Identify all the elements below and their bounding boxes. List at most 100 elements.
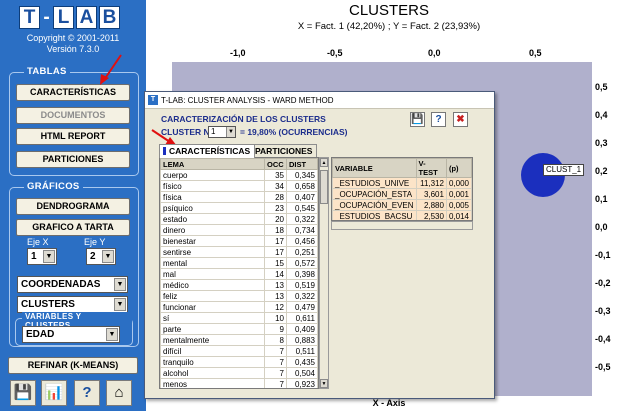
table-row[interactable]: mal 14 0,398 <box>160 268 318 280</box>
cell-p: 0,000 <box>445 177 472 189</box>
cell-dist: 0,545 <box>286 202 318 214</box>
cell-vtest: 11,312 <box>415 177 447 189</box>
chevron-down-icon[interactable]: ▼ <box>114 278 126 291</box>
cell-lema: bienestar <box>160 235 265 247</box>
save-icon[interactable]: 💾 <box>410 112 425 127</box>
eje-x-select[interactable]: 1 ▼ <box>27 248 57 265</box>
cell-occ: 20 <box>264 213 287 225</box>
col-header-p[interactable]: (p) <box>445 158 472 178</box>
table-row[interactable]: feliz 13 0,322 <box>160 290 318 302</box>
chevron-down-icon[interactable]: ▼ <box>102 250 114 263</box>
table-row[interactable]: mentalmente 8 0,883 <box>160 334 318 346</box>
logo-letter: B <box>99 6 120 29</box>
tab-particiones[interactable]: PARTICIONES <box>245 144 318 158</box>
cell-dist: 0,479 <box>286 301 318 313</box>
cell-occ: 13 <box>264 290 287 302</box>
cell-dist: 0,923 <box>286 378 318 388</box>
cell-dist: 0,658 <box>286 180 318 192</box>
close-icon[interactable]: ✖ <box>453 112 468 127</box>
table-row[interactable]: _OCUPACIÓN_ESTA 3,601 0,001 <box>332 188 472 200</box>
tablas-group-label: TABLAS <box>24 66 70 77</box>
chevron-down-icon[interactable]: ▼ <box>226 127 235 137</box>
scroll-up-icon[interactable]: ▲ <box>320 158 328 167</box>
cell-occ: 7 <box>264 356 287 368</box>
table-row[interactable]: psíquico 23 0,545 <box>160 202 318 214</box>
cell-lema: mal <box>160 268 265 280</box>
tab-caracteristicas-label: CARACTERÍSTICAS <box>169 146 251 156</box>
cell-occ: 14 <box>264 268 287 280</box>
col-header-variable[interactable]: VARIABLE <box>332 158 417 178</box>
table-row[interactable]: alcohol 7 0,504 <box>160 367 318 379</box>
clusters-select[interactable]: CLUSTERS ▼ <box>17 296 128 313</box>
refinar-kmeans-button[interactable]: REFINAR (K-MEANS) <box>8 357 138 374</box>
table-row[interactable]: _OCUPACIÓN_EVEN 2,880 0,005 <box>332 199 472 211</box>
table-row[interactable]: mental 15 0,572 <box>160 257 318 269</box>
tlab-logo: T - L A B <box>19 6 120 29</box>
scroll-thumb[interactable] <box>320 170 328 204</box>
table-row[interactable]: estado 20 0,322 <box>160 213 318 225</box>
table-row[interactable]: parte 9 0,409 <box>160 323 318 335</box>
help-icon[interactable]: ? <box>74 380 100 406</box>
cell-p: 0,014 <box>445 210 472 220</box>
cell-occ: 7 <box>264 345 287 357</box>
edad-value: EDAD <box>26 329 55 340</box>
table-row[interactable]: _ESTUDIOS_BACSU 2,530 0,014 <box>332 210 472 220</box>
cell-lema: funcionar <box>160 301 265 313</box>
table-row[interactable]: funcionar 12 0,479 <box>160 301 318 313</box>
col-header-occ[interactable]: OCC <box>264 158 287 170</box>
cluster-info: = 19,80% (OCURRENCIAS) <box>240 127 348 137</box>
chevron-down-icon[interactable]: ▼ <box>43 250 55 263</box>
copyright-text: Copyright © 2001-2011 <box>26 33 120 43</box>
cell-dist: 0,519 <box>286 279 318 291</box>
chevron-down-icon[interactable]: ▼ <box>106 328 118 341</box>
documentos-button[interactable]: DOCUMENTOS <box>16 107 130 124</box>
lemas-table-panel[interactable]: LEMA OCC DIST cuerpo 35 0,345 físico 34 0,658… <box>159 157 319 389</box>
grafico-tarta-button[interactable]: GRAFICO A TARTA <box>16 219 130 236</box>
chart-report-icon[interactable]: 📊 <box>41 380 67 406</box>
variables-table-panel[interactable]: VARIABLE V-TEST (p) _ESTUDIOS_UNIVE 11,31… <box>331 157 473 221</box>
y-tick-label: 0,1 <box>595 194 608 204</box>
cell-occ: 18 <box>264 224 287 236</box>
table-row[interactable]: menos 7 0,923 <box>160 378 318 388</box>
cell-lema: alcohol <box>160 367 265 379</box>
table-row[interactable]: sentirse 17 0,251 <box>160 246 318 258</box>
table-row[interactable]: tranquilo 7 0,435 <box>160 356 318 368</box>
variables-hscrollbar[interactable] <box>331 221 473 230</box>
coordenadas-select[interactable]: COORDENADAS ▼ <box>17 276 128 293</box>
table-row[interactable]: médico 13 0,519 <box>160 279 318 291</box>
table-row[interactable]: _ESTUDIOS_UNIVE 11,312 0,000 <box>332 177 472 189</box>
cluster-number-select[interactable]: 1 ▼ <box>208 126 236 138</box>
x-tick-label: -1,0 <box>230 48 246 58</box>
variables-table: VARIABLE V-TEST (p) _ESTUDIOS_UNIVE 11,31… <box>332 158 472 220</box>
home-icon[interactable]: ⌂ <box>106 380 132 406</box>
cell-lema: física <box>160 191 265 203</box>
window-titlebar[interactable]: T T-LAB: CLUSTER ANALYSIS - WARD METHOD <box>145 92 494 109</box>
tab-caracteristicas[interactable]: CARACTERÍSTICAS <box>159 144 256 158</box>
eje-y-select[interactable]: 2 ▼ <box>86 248 116 265</box>
cluster-analysis-window: T T-LAB: CLUSTER ANALYSIS - WARD METHOD … <box>144 91 495 399</box>
col-header-dist[interactable]: DIST <box>286 158 318 170</box>
html-report-button[interactable]: HTML REPORT <box>16 128 130 145</box>
table-row[interactable]: bienestar 17 0,456 <box>160 235 318 247</box>
table-row[interactable]: cuerpo 35 0,345 <box>160 169 318 181</box>
table-row[interactable]: difícil 7 0,511 <box>160 345 318 357</box>
scroll-down-icon[interactable]: ▼ <box>320 379 328 388</box>
logo-letter: A <box>76 6 97 29</box>
cluster-number-value: 1 <box>211 127 216 136</box>
col-header-lema[interactable]: LEMA <box>160 158 265 170</box>
edad-select[interactable]: EDAD ▼ <box>22 326 120 343</box>
table-row[interactable]: física 28 0,407 <box>160 191 318 203</box>
table-row[interactable]: dinero 18 0,734 <box>160 224 318 236</box>
table-row[interactable]: sí 10 0,611 <box>160 312 318 324</box>
save-disk-icon[interactable]: 💾 <box>10 380 36 406</box>
chevron-down-icon[interactable]: ▼ <box>114 298 126 311</box>
col-header-vtest[interactable]: V-TEST <box>415 158 447 178</box>
help-icon[interactable]: ? <box>431 112 446 127</box>
dendrograma-button[interactable]: DENDROGRAMA <box>16 198 130 215</box>
particiones-button[interactable]: PARTICIONES <box>16 151 130 168</box>
cell-dist: 0,511 <box>286 345 318 357</box>
table-row[interactable]: físico 34 0,658 <box>160 180 318 192</box>
lemas-scrollbar[interactable]: ▲ ▼ <box>319 157 329 389</box>
logo-letter: - <box>43 7 50 28</box>
y-tick-label: 0,2 <box>595 166 608 176</box>
